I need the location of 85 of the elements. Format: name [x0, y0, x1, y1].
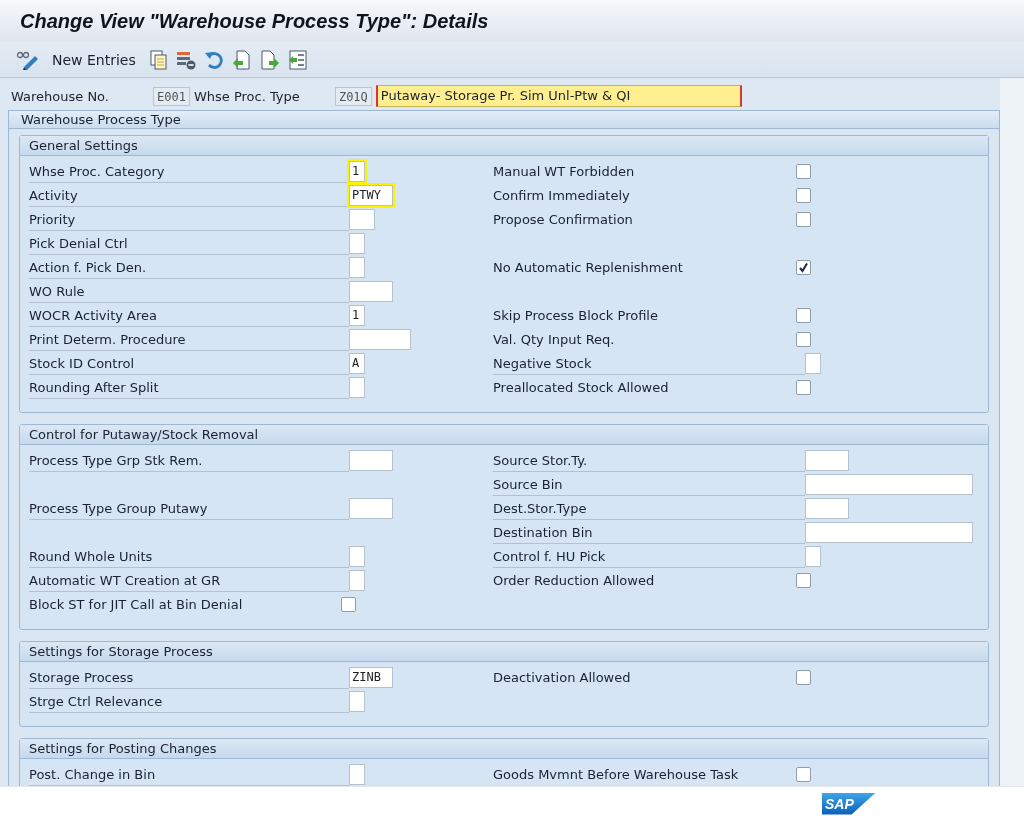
checkbox[interactable] [796, 211, 811, 227]
field-label: Order Reduction Allowed [493, 571, 656, 590]
checkbox[interactable] [341, 596, 356, 612]
checkbox[interactable] [796, 766, 811, 782]
input-field[interactable] [805, 497, 849, 519]
input-field[interactable] [349, 328, 411, 350]
group-title: Settings for Posting Changes [20, 739, 988, 759]
input-field[interactable] [349, 763, 365, 785]
field-label: Source Stor.Ty. [493, 448, 805, 472]
field-label: Confirm Immediately [493, 186, 631, 205]
field-label: Print Determ. Procedure [29, 327, 349, 351]
field-label: Process Type Group Putawy [29, 496, 349, 520]
field-label: Block ST for JIT Call at Bin Denial [29, 595, 244, 614]
field-label: Storage Process [29, 665, 349, 689]
group-title: Control for Putaway/Stock Removal [20, 425, 988, 445]
field-label: Negative Stock [493, 351, 805, 375]
input-field[interactable] [805, 473, 973, 495]
undo-icon[interactable] [203, 49, 224, 70]
field-label: Strge Ctrl Relevance [29, 689, 349, 713]
group-title: General Settings [20, 136, 988, 156]
input-field[interactable] [805, 352, 821, 374]
field-label: Whse Proc. Type [192, 88, 301, 104]
field-label: Destination Bin [493, 520, 805, 544]
frame-title: Warehouse Process Type [9, 111, 999, 129]
checkbox[interactable] [796, 572, 811, 588]
input-field[interactable]: 1 [349, 160, 365, 182]
delete-rows-icon[interactable] [175, 49, 196, 70]
checkbox[interactable] [796, 331, 811, 347]
field-label: Automatic WT Creation at GR [29, 568, 349, 592]
field-label: Rounding After Split [29, 375, 349, 399]
field-label: Deactivation Allowed [493, 668, 632, 687]
input-field[interactable] [349, 449, 393, 471]
checkbox[interactable] [796, 307, 811, 323]
checkbox[interactable] [796, 163, 811, 179]
checkbox[interactable] [796, 669, 811, 685]
field-label: Propose Confirmation [493, 210, 634, 229]
field-label: Skip Process Block Profile [493, 306, 659, 325]
field-label: WO Rule [29, 279, 349, 303]
input-field[interactable]: A [349, 352, 365, 374]
input-field[interactable] [349, 545, 365, 567]
document-arrow-right-icon[interactable] [259, 49, 280, 70]
checkbox[interactable] [796, 379, 811, 395]
field-label: Stock ID Control [29, 351, 349, 375]
field-label: Goods Mvmnt Before Warehouse Task [493, 765, 740, 784]
field-label: Round Whole Units [29, 544, 349, 568]
field-label: Control f. HU Pick [493, 544, 805, 568]
field-label: Pick Denial Ctrl [29, 231, 349, 255]
field-label: Post. Change in Bin [29, 762, 349, 786]
readonly-field: Z01Q [334, 86, 372, 106]
input-field[interactable] [805, 449, 849, 471]
description-field[interactable]: Putaway- Storage Pr. Sim Unl-Ptw & QI [375, 85, 742, 107]
input-field[interactable] [349, 569, 365, 591]
input-field[interactable] [349, 690, 365, 712]
field-label: No Automatic Replenishment [493, 258, 684, 277]
group-title: Settings for Storage Process [20, 642, 988, 662]
input-field[interactable] [349, 376, 365, 398]
input-field[interactable]: ZINB [349, 666, 393, 688]
checkbox[interactable] [796, 187, 811, 203]
field-label: Priority [29, 207, 349, 231]
field-label: Preallocated Stock Allowed [493, 378, 670, 397]
input-field[interactable] [349, 280, 393, 302]
input-field[interactable] [349, 497, 393, 519]
glasses-pencil-icon[interactable] [16, 49, 40, 70]
field-label: Manual WT Forbidden [493, 162, 636, 181]
copy-icon[interactable] [149, 49, 168, 70]
checkbox[interactable] [796, 259, 811, 275]
input-field[interactable] [349, 208, 375, 230]
field-label: Process Type Grp Stk Rem. [29, 448, 349, 472]
input-field[interactable] [805, 521, 973, 543]
readonly-field: E001 [153, 86, 190, 106]
field-label: Source Bin [493, 472, 805, 496]
field-label: WOCR Activity Area [29, 303, 349, 327]
window-title: Change View "Warehouse Process Type": Details [20, 9, 489, 33]
input-field[interactable] [349, 256, 365, 278]
input-field[interactable] [349, 232, 365, 254]
sap-logo: SAP [822, 792, 876, 815]
field-label: Warehouse No. [11, 88, 110, 104]
field-label: Val. Qty Input Req. [493, 330, 616, 349]
input-field[interactable] [805, 545, 821, 567]
new-entries-button[interactable]: New Entries [48, 51, 142, 68]
field-label: Action f. Pick Den. [29, 255, 349, 279]
document-arrow-left-icon[interactable] [231, 49, 252, 70]
input-field[interactable]: 1 [349, 304, 365, 326]
field-label: Dest.Stor.Type [493, 496, 805, 520]
input-field[interactable]: PTWY [349, 184, 393, 206]
